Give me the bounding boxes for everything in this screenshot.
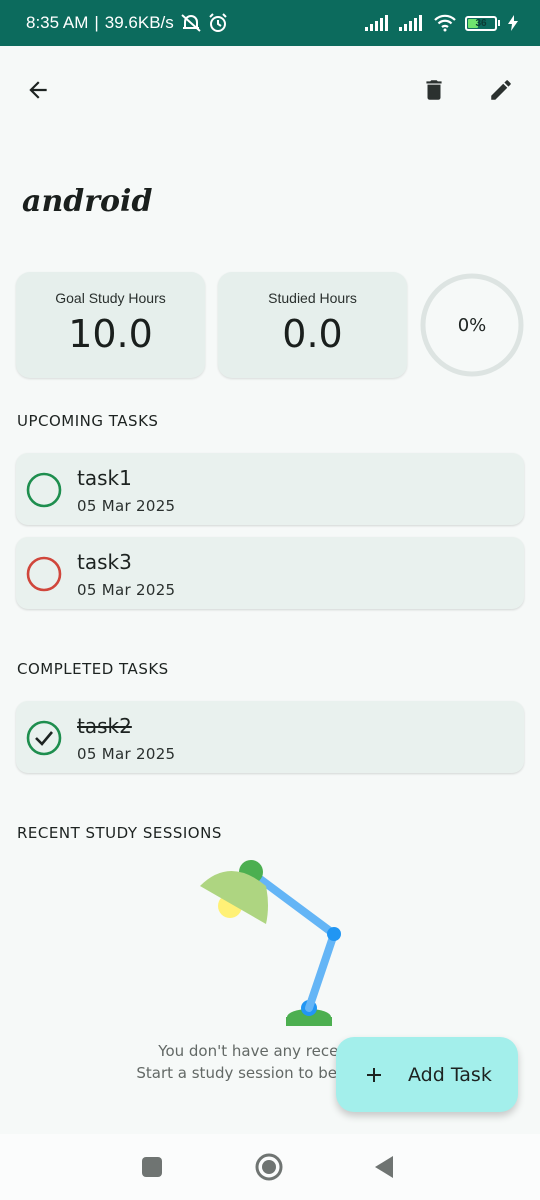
status-separator: | bbox=[94, 13, 99, 32]
top-app-bar bbox=[0, 60, 540, 120]
completed-tasks-heading: COMPLETED TASKS bbox=[17, 660, 169, 678]
task-date: 05 Mar 2025 bbox=[77, 581, 176, 599]
check-circle-icon[interactable] bbox=[26, 720, 62, 756]
signal-icon-2 bbox=[399, 15, 422, 31]
arrow-left-icon bbox=[29, 81, 47, 99]
add-task-label: Add Task bbox=[408, 1063, 492, 1086]
subject-title: android bbox=[22, 184, 153, 219]
trash-icon bbox=[426, 80, 442, 100]
status-bar: 8:35 AM | 39.6KB/s 36 bbox=[0, 0, 540, 46]
task-card[interactable]: task1 05 Mar 2025 bbox=[16, 453, 524, 525]
charging-icon bbox=[508, 15, 518, 31]
alarm-icon bbox=[209, 13, 227, 32]
goal-hours-label: Goal Study Hours bbox=[55, 290, 166, 306]
recents-button[interactable] bbox=[141, 1156, 163, 1178]
wifi-icon bbox=[434, 14, 456, 32]
studied-hours-value: 0.0 bbox=[282, 312, 343, 356]
circle-checkbox-icon[interactable] bbox=[26, 472, 62, 508]
edit-button[interactable] bbox=[477, 66, 525, 114]
plus-icon bbox=[367, 1067, 381, 1082]
home-button[interactable] bbox=[254, 1152, 284, 1182]
task-date: 05 Mar 2025 bbox=[77, 497, 176, 515]
recent-sessions-heading: RECENT STUDY SESSIONS bbox=[17, 824, 222, 842]
lamp-illustration bbox=[200, 860, 341, 1026]
signal-icon bbox=[365, 15, 388, 31]
back-nav-button[interactable] bbox=[373, 1154, 395, 1180]
progress-percent: 0% bbox=[457, 314, 487, 336]
delete-button[interactable] bbox=[410, 66, 458, 114]
circle-checkbox-icon[interactable] bbox=[26, 556, 62, 592]
mute-bell-icon bbox=[181, 14, 201, 32]
system-nav-bar bbox=[0, 1134, 540, 1200]
goal-hours-card: Goal Study Hours 10.0 bbox=[16, 272, 205, 378]
task-title: task1 bbox=[77, 466, 132, 490]
task-date: 05 Mar 2025 bbox=[77, 745, 176, 763]
status-left: 8:35 AM | 39.6KB/s bbox=[26, 13, 228, 33]
pencil-icon bbox=[491, 80, 511, 100]
status-right: 36 bbox=[365, 14, 518, 32]
studied-hours-label: Studied Hours bbox=[268, 290, 357, 306]
network-speed: 39.6KB/s bbox=[104, 13, 174, 32]
status-time: 8:35 AM bbox=[26, 13, 89, 32]
back-button[interactable] bbox=[14, 66, 62, 114]
task-title: task3 bbox=[77, 550, 132, 574]
task-card[interactable]: task2 05 Mar 2025 bbox=[16, 701, 524, 773]
battery-level: 36 bbox=[475, 17, 487, 29]
task-title: task2 bbox=[77, 714, 132, 738]
studied-hours-card: Studied Hours 0.0 bbox=[218, 272, 407, 378]
task-card[interactable]: task3 05 Mar 2025 bbox=[16, 537, 524, 609]
goal-hours-value: 10.0 bbox=[68, 312, 153, 356]
add-task-button[interactable]: Add Task bbox=[336, 1037, 518, 1112]
battery-icon: 36 bbox=[465, 15, 500, 31]
upcoming-tasks-heading: UPCOMING TASKS bbox=[17, 412, 159, 430]
